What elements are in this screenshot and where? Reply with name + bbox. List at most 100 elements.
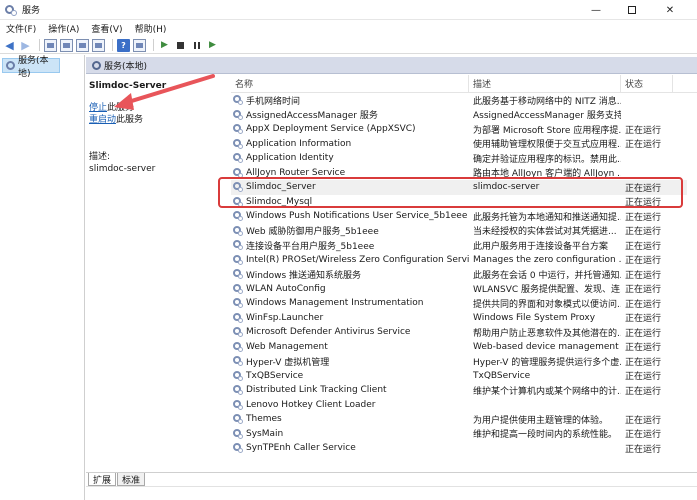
column-status[interactable]: 状态 [621,75,673,93]
service-gear-icon [233,182,243,193]
help-icon[interactable]: ? [117,38,130,52]
close-button[interactable]: ✕ [655,0,685,20]
service-status: 正在运行 [625,227,662,238]
row-name-cell: WinFsp.Launcher [231,312,469,323]
table-row[interactable]: SynTPEnh Caller Service 正在运行 [231,441,687,456]
table-row[interactable]: Intel(R) PROSet/Wireless Zero Configurat… [231,253,687,268]
selected-service-name: Slimdoc-Server [89,81,167,91]
service-status: 正在运行 [625,314,662,325]
table-row[interactable]: Microsoft Defender Antivirus Service 帮助用户… [231,325,687,340]
service-gear-icon [233,385,243,396]
service-status: 正在运行 [625,372,662,383]
table-row[interactable]: TxQBService TxQBService 正在运行 [231,369,687,384]
table-row[interactable]: Web Management Web-based device managemen… [231,340,687,355]
service-status: 正在运行 [625,125,662,136]
table-row[interactable]: SysMain 维护和提高一段时间内的系统性能。 正在运行 [231,427,687,442]
properties-icon[interactable] [60,38,73,52]
table-row[interactable]: Distributed Link Tracking Client 维护某个计算机内… [231,383,687,398]
table-row[interactable]: Web 威胁防御用户服务_5b1eee 当未经授权的实体尝试对其凭据进... 正在运… [231,224,687,239]
service-gear-icon [233,225,243,236]
service-name: Slimdoc_Mysql [246,196,313,207]
description-label: 描述: [89,152,111,162]
table-row[interactable]: WinFsp.Launcher Windows File System Proxy… [231,311,687,326]
table-row[interactable]: Slimdoc_Server slimdoc-server 正在运行 [231,180,687,195]
forward-arrow-icon[interactable]: ▶ [19,39,32,52]
table-row[interactable]: Windows 推送通知系统服务 此服务在会话 0 中运行，并托管通知... 正在运… [231,267,687,282]
service-gear-icon [233,327,243,338]
service-name: Lenovo Hotkey Client Loader [246,399,376,410]
service-description: 使用辅助管理权限便于交互式应用程... [473,140,621,151]
service-description: 帮助用户防止恶意软件及其他潜在的... [473,328,621,339]
column-name[interactable]: 名称 [231,75,469,93]
table-row[interactable]: Lenovo Hotkey Client Loader [231,398,687,413]
table-row[interactable]: Windows Push Notifications User Service_… [231,209,687,224]
table-row[interactable]: Application Identity 确定并验证应用程序的标识。禁用此... [231,151,687,166]
table-header: 名称 描述 状态 [231,75,697,93]
stop-service-link[interactable]: 停止 [89,103,107,113]
table-row[interactable]: WLAN AutoConfig WLANSVC 服务提供配置、发现、连... 正在运… [231,282,687,297]
tab-extended[interactable]: 扩展 [88,473,117,486]
services-table: 名称 描述 状态 手机网络时间 此服务基于移动网络中的 NITZ 消息... Ass… [231,75,697,472]
row-name-cell: Windows 推送通知系统服务 [231,268,469,281]
restart-service-icon[interactable]: ▶ [206,39,219,52]
service-gear-icon [233,283,243,294]
table-row[interactable]: AppX Deployment Service (AppXSVC) 为部署 Mic… [231,122,687,137]
service-gear-icon [233,153,243,164]
table-row[interactable]: Application Information 使用辅助管理权限便于交互式应用程.… [231,137,687,152]
action-pane-icon[interactable] [133,38,146,52]
row-name-cell: AssignedAccessManager 服务 [231,108,469,121]
maximize-button[interactable] [617,0,647,20]
service-description: 路由本地 AllJoyn 客户端的 AllJoyn ... [473,169,621,180]
tree-node-services-local[interactable]: 服务(本地) [2,56,60,79]
service-description: 此服务托管为本地通知和推送通知提... [473,212,621,223]
service-gear-icon [233,211,243,222]
service-gear-icon [233,240,243,251]
table-row[interactable]: Slimdoc_Mysql 正在运行 [231,195,687,210]
stop-service-icon[interactable] [174,39,187,52]
menu-action[interactable]: 操作(A) [42,22,85,35]
menu-view[interactable]: 查看(V) [85,22,128,35]
service-name: Web 威胁防御用户服务_5b1eee [246,227,379,238]
service-status: 正在运行 [625,430,662,441]
service-name: Microsoft Defender Antivirus Service [246,327,411,338]
minimize-button[interactable]: — [581,0,611,20]
start-service-icon[interactable]: ▶ [158,39,171,52]
service-gear-icon [233,370,243,381]
service-status: 正在运行 [625,299,662,310]
service-name: Intel(R) PROSet/Wireless Zero Configurat… [246,254,469,265]
tab-standard[interactable]: 标准 [117,473,146,486]
back-arrow-icon[interactable]: ◀ [3,39,16,52]
service-description: TxQBService [473,370,531,381]
table-row[interactable]: Themes 为用户提供使用主题管理的体验。 正在运行 [231,412,687,427]
table-row[interactable]: 手机网络时间 此服务基于移动网络中的 NITZ 消息... [231,93,687,108]
refresh-icon[interactable] [76,38,89,52]
column-description[interactable]: 描述 [469,75,621,93]
service-description: Web-based device management s... [473,341,621,352]
service-description: 提供共同的界面和对象模式以便访问... [473,299,621,310]
table-row[interactable]: Windows Management Instrumentation 提供共同的界… [231,296,687,311]
restart-service-link[interactable]: 重启动 [89,115,116,125]
pane-header-label: 服务(本地) [104,61,148,72]
service-name: Themes [246,414,282,425]
pause-service-icon[interactable] [190,39,203,52]
export-list-icon[interactable] [92,38,105,52]
service-name: Slimdoc_Server [246,182,316,193]
service-status: 正在运行 [625,328,662,339]
table-row[interactable]: Hyper-V 虚拟机管理 Hyper-V 的管理服务提供运行多个虚... 正在运行 [231,354,687,369]
service-description: Manages the zero configuration ... [473,254,621,265]
table-row[interactable]: 连接设备平台用户服务_5b1eee 此用户服务用于连接设备平台方案 正在运行 [231,238,687,253]
service-name: Windows Management Instrumentation [246,298,424,309]
services-app-icon [5,4,17,16]
console-tree-icon[interactable] [44,38,57,52]
menu-help[interactable]: 帮助(H) [129,22,173,35]
service-description: WLANSVC 服务提供配置、发现、连... [473,285,621,296]
service-name: Hyper-V 虚拟机管理 [246,357,330,368]
service-description: 此服务在会话 0 中运行，并托管通知... [473,270,621,281]
table-row[interactable]: AllJoyn Router Service 路由本地 AllJoyn 客户端的 … [231,166,687,181]
service-name: Windows Push Notifications User Service_… [246,211,468,222]
service-gear-icon [233,428,243,439]
menu-file[interactable]: 文件(F) [0,22,42,35]
row-name-cell: Themes [231,414,469,425]
service-name: Web Management [246,341,328,352]
table-row[interactable]: AssignedAccessManager 服务 AssignedAccessMa… [231,108,687,123]
